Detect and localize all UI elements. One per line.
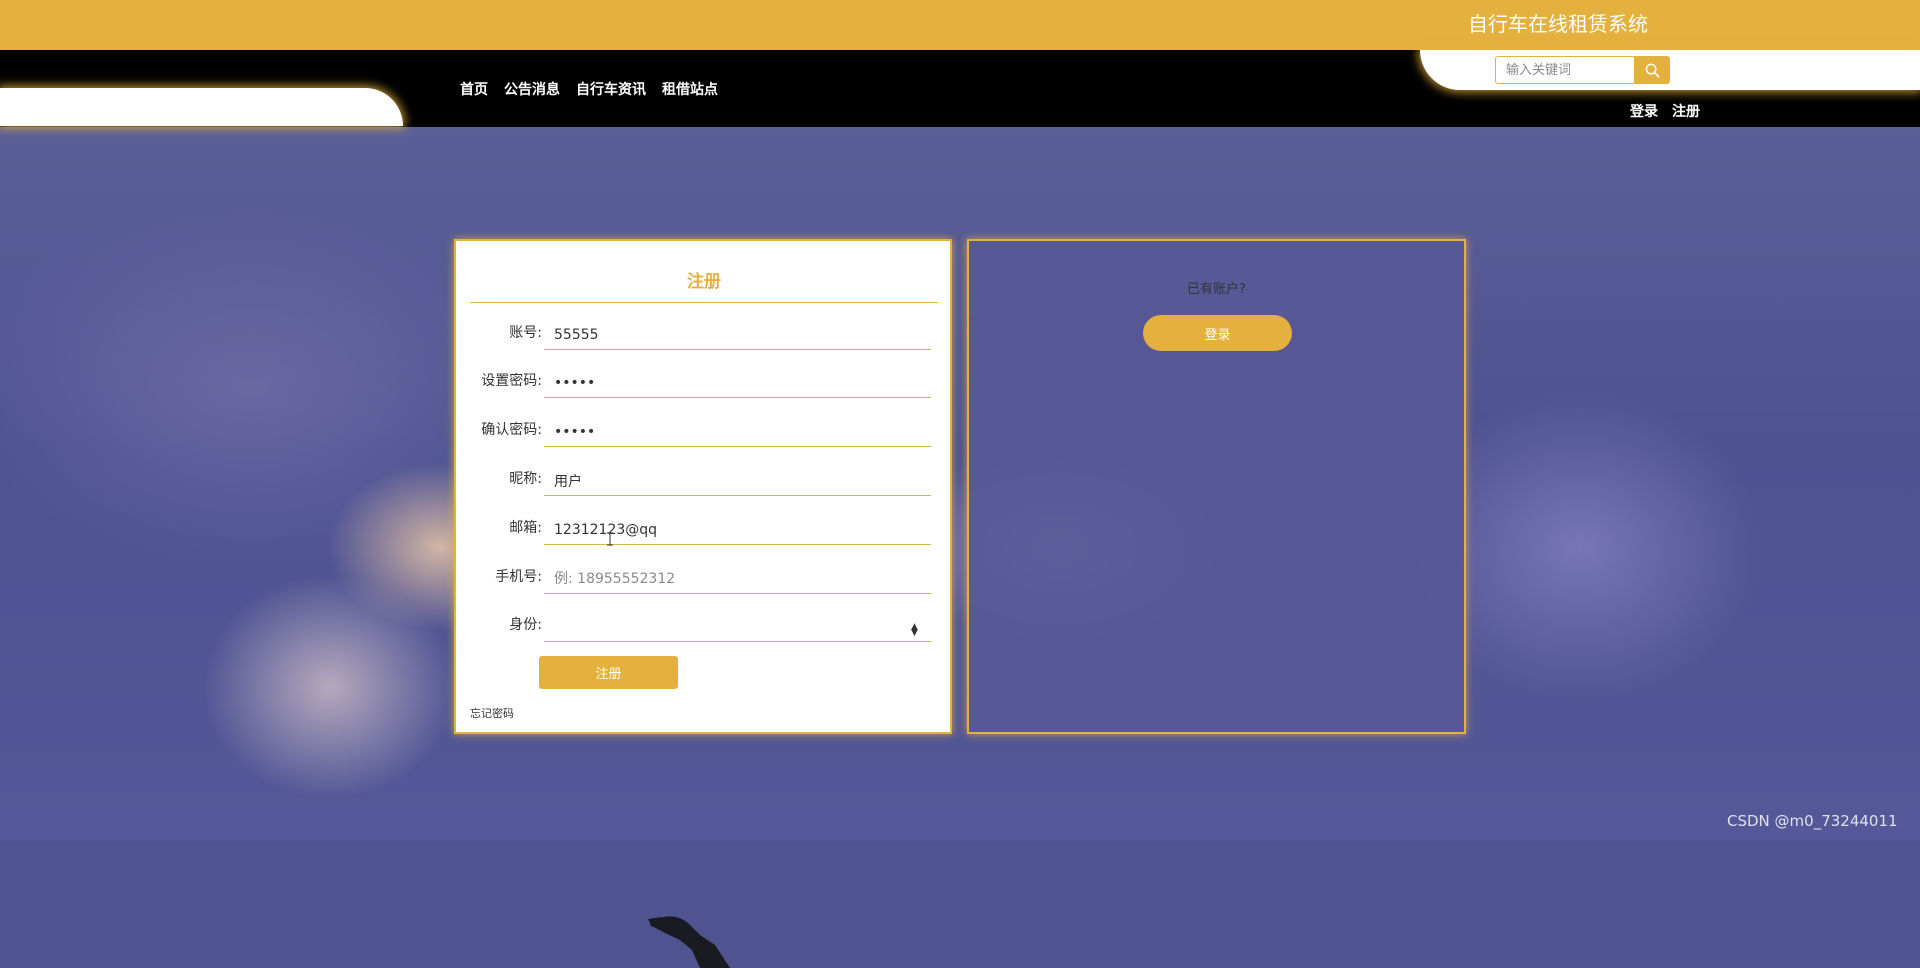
text-cursor-icon [607, 532, 613, 546]
auth-links: 登录 注册 [1630, 101, 1700, 121]
nickname-field-row: 昵称: [456, 458, 954, 502]
confirm-password-field-row: 确认密码: [456, 409, 954, 453]
header-login-link[interactable]: 登录 [1630, 101, 1658, 121]
search-button[interactable] [1634, 56, 1670, 84]
left-decorative-curve [0, 88, 403, 126]
email-field-row: 邮箱: [456, 507, 954, 551]
search-icon [1645, 63, 1659, 77]
account-field-row: 账号: [456, 312, 954, 356]
existing-account-hint: 已有账户? [1187, 282, 1246, 297]
nickname-input[interactable] [544, 466, 931, 496]
role-field-row: 身份: ▲ ▼ [456, 604, 954, 648]
login-button[interactable]: 登录 [1143, 315, 1292, 351]
register-submit-button[interactable]: 注册 [539, 656, 678, 689]
role-select[interactable] [544, 612, 931, 642]
search-input[interactable] [1495, 56, 1635, 84]
phone-label: 手机号: [495, 569, 542, 585]
account-input[interactable] [544, 320, 931, 350]
title-divider [470, 302, 938, 303]
select-arrows-icon: ▲ ▼ [911, 622, 918, 638]
password-label: 设置密码: [481, 373, 542, 389]
register-panel: 注册 账号: 设置密码: 确认密码: 昵称: 邮箱: 手机号: 身份: ▲▼ 注… [454, 239, 952, 734]
main-nav-menu: 首页 公告消息 自行车资讯 租借站点 [460, 79, 718, 99]
nickname-label: 昵称: [509, 471, 542, 487]
account-label: 账号: [509, 325, 542, 341]
confirm-password-label: 确认密码: [481, 422, 542, 438]
nav-item-home[interactable]: 首页 [460, 79, 488, 99]
watermark: CSDN @m0_73244011 [1727, 812, 1898, 830]
email-input[interactable] [544, 515, 931, 545]
site-title: 自行车在线租赁系统 [1468, 12, 1648, 36]
confirm-password-input[interactable] [544, 417, 931, 447]
top-banner: 自行车在线租赁系统 [0, 0, 1920, 50]
nav-item-bike-news[interactable]: 自行车资讯 [576, 79, 646, 99]
phone-field-row: 手机号: [456, 556, 954, 600]
bicycle-silhouette [648, 916, 730, 968]
login-panel: 已有账户? 登录 [967, 239, 1466, 734]
password-input[interactable] [544, 368, 931, 398]
nav-item-announcements[interactable]: 公告消息 [504, 79, 560, 99]
role-label: 身份: [509, 617, 542, 633]
register-title: 注册 [687, 272, 721, 292]
forgot-password-link[interactable]: 忘记密码 [470, 705, 514, 721]
nav-item-rental-stations[interactable]: 租借站点 [662, 79, 718, 99]
background-image [0, 127, 1920, 968]
password-field-row: 设置密码: [456, 360, 954, 404]
header-register-link[interactable]: 注册 [1672, 101, 1700, 121]
email-label: 邮箱: [509, 520, 542, 536]
phone-input[interactable] [544, 564, 931, 594]
